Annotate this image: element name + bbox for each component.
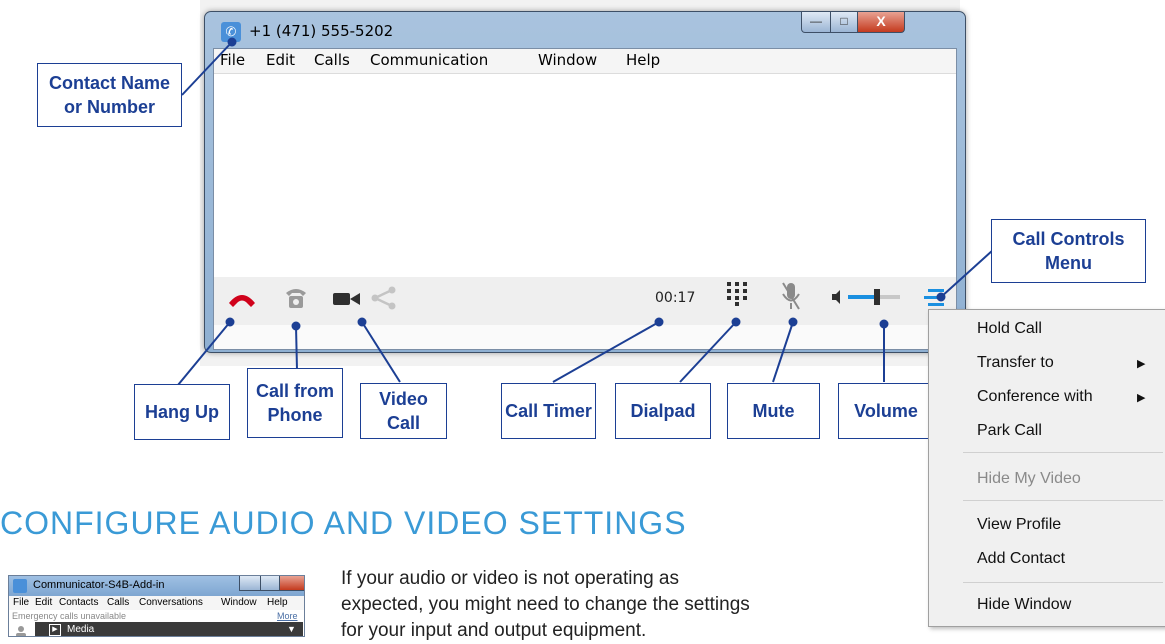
menu-window[interactable]: Window [221,597,257,608]
maximize-button[interactable] [260,576,280,591]
menu-contacts[interactable]: Contacts [59,597,98,608]
callout-contact-name: Contact Name or Number [37,63,182,127]
callout-volume: Volume [838,383,934,439]
menu-calls[interactable]: Calls [107,597,129,608]
menu-item-conference-with[interactable]: Conference with [977,388,1093,406]
body-paragraph: If your audio or video is not operating … [341,568,750,641]
more-link[interactable]: More [277,611,298,621]
callout-call-from-phone: Call from Phone [247,368,343,438]
menu-item-park-call[interactable]: Park Call [977,422,1042,440]
thumbnail-titlebar: Communicator-S4B-Add-in [9,576,304,596]
thumbnail-title: Communicator-S4B-Add-in [33,579,165,591]
callout-video-call: Video Call [360,383,447,439]
menu-item-add-contact[interactable]: Add Contact [977,550,1065,568]
menu-separator [963,500,1163,501]
menu-item-hide-my-video: Hide My Video [977,470,1081,487]
submenu-arrow-icon: ▶ [1137,392,1146,404]
section-heading: CONFIGURE AUDIO AND VIDEO SETTINGS [0,505,687,541]
menu-file[interactable]: File [13,597,29,608]
minimize-button[interactable] [239,576,261,591]
menu-help[interactable]: Help [267,597,288,608]
call-controls-context-menu: Hold Call Transfer to ▶ Conference with … [928,309,1165,627]
close-button[interactable] [279,576,304,591]
menu-item-view-profile[interactable]: View Profile [977,516,1061,534]
callout-call-timer: Call Timer [501,383,596,439]
media-label: Media [67,624,95,635]
emergency-notice: Emergency calls unavailable [12,611,127,621]
callout-hang-up: Hang Up [134,384,230,440]
menu-item-transfer-to[interactable]: Transfer to [977,354,1054,372]
thumbnail-menubar: File Edit Contacts Calls Conversations W… [9,596,304,610]
menu-separator [963,452,1163,453]
submenu-arrow-icon: ▶ [1137,358,1146,370]
menu-item-hide-window[interactable]: Hide Window [977,596,1071,614]
callout-call-controls-menu: Call Controls Menu [991,219,1146,283]
communicator-thumbnail: Communicator-S4B-Add-in File Edit Contac… [8,575,305,637]
callout-mute: Mute [727,383,820,439]
callout-dialpad: Dialpad [615,383,711,439]
chevron-down-icon[interactable]: ▼ [287,624,296,634]
menu-conversations[interactable]: Conversations [139,597,203,608]
menu-edit[interactable]: Edit [35,597,52,608]
menu-separator [963,582,1163,583]
menu-item-hold-call[interactable]: Hold Call [977,320,1042,338]
media-icon: ▶ [49,624,61,636]
app-icon [13,579,27,593]
avatar-icon [14,624,28,636]
